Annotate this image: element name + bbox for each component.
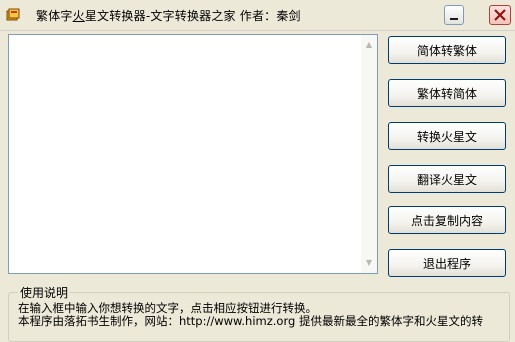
- vertical-scrollbar[interactable]: ▲ ▼: [361, 35, 377, 273]
- text-input[interactable]: [9, 35, 361, 273]
- convert-martian-button[interactable]: 转换火星文: [388, 122, 506, 150]
- close-button[interactable]: [489, 5, 511, 25]
- scroll-up-icon[interactable]: ▲: [361, 37, 377, 53]
- minimize-icon[interactable]: [444, 5, 464, 25]
- copy-content-button[interactable]: 点击复制内容: [388, 206, 506, 234]
- exit-button[interactable]: 退出程序: [388, 249, 506, 277]
- traditional-to-simplified-button[interactable]: 繁体转简体: [388, 79, 506, 107]
- usage-line-2: 本程序由落拓书生制作，网站：http://www.himz.org 提供最新最全…: [18, 314, 483, 328]
- close-icon: [494, 9, 506, 21]
- title-bar[interactable]: 繁体字火星文转换器-文字转换器之家 作者：秦剑: [0, 0, 515, 31]
- text-input-area: ▲ ▼: [8, 34, 378, 274]
- translate-martian-button[interactable]: 翻译火星文: [388, 165, 506, 193]
- usage-title: 使用说明: [18, 284, 71, 301]
- scroll-down-icon[interactable]: ▼: [361, 255, 377, 271]
- window-title: 繁体字火星文转换器-文字转换器之家 作者：秦剑: [36, 9, 301, 23]
- app-icon: [6, 8, 20, 21]
- simplified-to-traditional-button[interactable]: 简体转繁体: [388, 36, 506, 64]
